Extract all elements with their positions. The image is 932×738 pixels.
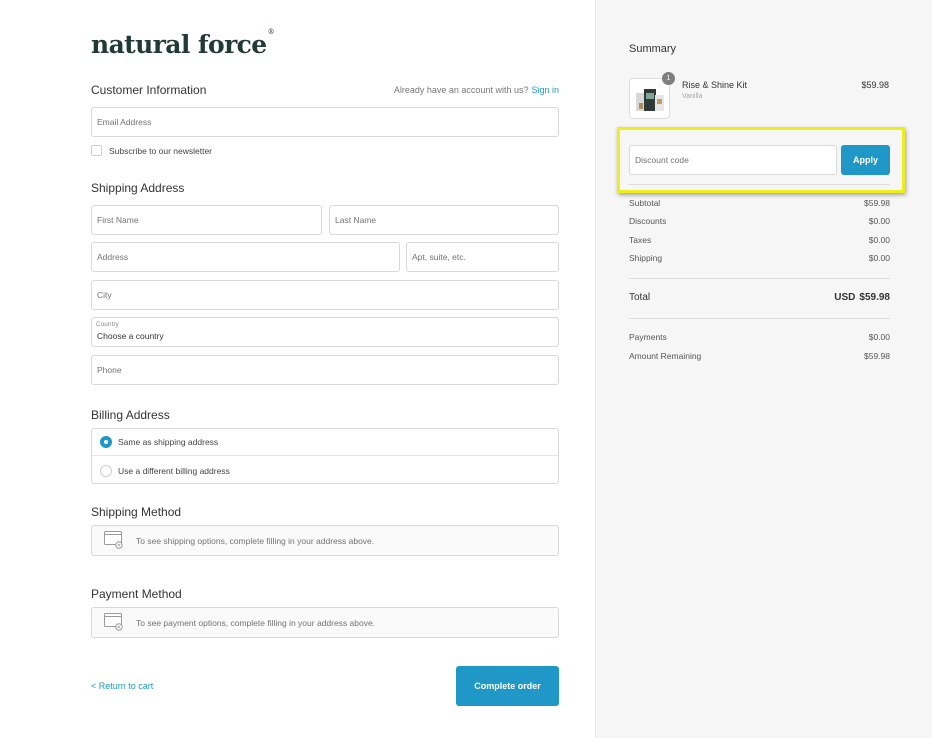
shipping-value: $0.00 [868,253,890,263]
summary-payments: Payments $0.00 [629,332,890,342]
address-placeholder: Address [97,252,129,262]
browser-window-icon [104,613,123,631]
summary-line-discounts: Discounts $0.00 [629,216,890,226]
payments-value: $0.00 [868,332,890,342]
shipping-method-message: To see shipping options, complete fillin… [136,535,375,546]
shipping-method-title: Shipping Method [91,505,182,519]
order-summary-panel: Summary 1 Rise & Shine Kit Vanilla $59.9… [595,0,932,738]
billing-option-same[interactable]: Same as shipping address [92,429,558,456]
product-image: 1 [629,72,675,119]
newsletter-checkbox[interactable] [91,145,102,156]
newsletter-label: Subscribe to our newsletter [109,145,212,156]
account-note-text: Already have an account with us? [393,85,529,95]
phone-placeholder: Phone [97,365,122,375]
country-label: Country [96,321,119,328]
account-note: Already have an account with us? Sign in [394,85,559,95]
first-name-field[interactable]: First Name [91,205,322,235]
total-currency: USD [834,292,856,303]
total-label: Total [629,292,651,303]
divider [629,184,890,185]
payment-method-message: To see payment options, complete filling… [136,617,376,628]
payments-label: Payments [629,332,667,342]
last-name-field[interactable]: Last Name [329,205,559,235]
taxes-label: Taxes [629,235,652,245]
summary-line-taxes: Taxes $0.00 [629,235,890,245]
billing-options: Same as shipping address Use a different… [91,428,559,484]
billing-address-title: Billing Address [91,408,170,422]
summary-title: Summary [629,43,677,55]
last-name-placeholder: Last Name [335,215,377,225]
product-name: Rise & Shine Kit [682,80,748,90]
shipping-address-title: Shipping Address [91,181,185,195]
complete-order-button[interactable]: Complete order [456,666,559,706]
summary-line-shipping: Shipping $0.00 [629,253,890,263]
first-name-placeholder: First Name [97,215,139,225]
total-value: $59.98 [859,292,890,303]
divider [629,318,890,319]
country-select[interactable]: Country Choose a country [91,317,559,347]
radio-selected-icon[interactable] [100,436,112,448]
apt-field[interactable]: Apt, suite, etc. [406,242,559,272]
apt-placeholder: Apt, suite, etc. [412,252,466,262]
subtotal-value: $59.98 [864,198,890,208]
remaining-label: Amount Remaining [629,351,702,361]
discounts-label: Discounts [629,216,667,226]
city-field[interactable]: City [91,280,559,310]
quantity-badge: 1 [662,72,675,85]
subtotal-label: Subtotal [629,198,661,208]
summary-amount-remaining: Amount Remaining $59.98 [629,351,890,361]
brand-logo[interactable]: natural force® [91,28,275,59]
taxes-value: $0.00 [868,235,890,245]
billing-option-same-label: Same as shipping address [118,437,219,447]
billing-option-different[interactable]: Use a different billing address [92,457,558,484]
discounts-value: $0.00 [868,216,890,226]
product-kit-icon [636,89,664,111]
newsletter-row[interactable]: Subscribe to our newsletter [91,145,212,156]
divider [629,278,890,279]
address-field[interactable]: Address [91,242,400,272]
customer-info-title: Customer Information [91,83,207,97]
email-field[interactable]: Email Address [91,107,559,137]
phone-field[interactable]: Phone [91,355,559,385]
checkout-form-panel: natural force® Customer Information Alre… [0,0,595,738]
return-to-cart-link[interactable]: < Return to cart [91,681,153,691]
sign-in-link[interactable]: Sign in [531,85,559,95]
radio-unselected-icon[interactable] [100,464,112,477]
summary-total: Total USD $59.98 [629,292,890,303]
summary-line-subtotal: Subtotal $59.98 [629,198,890,208]
city-placeholder: City [97,290,112,300]
shipping-method-notice: To see shipping options, complete fillin… [91,525,559,556]
shipping-label: Shipping [629,253,663,263]
payment-method-notice: To see payment options, complete filling… [91,607,559,638]
billing-option-different-label: Use a different billing address [118,465,230,476]
browser-window-icon [104,531,123,549]
payment-method-title: Payment Method [91,587,182,601]
product-price: $59.98 [861,80,889,90]
product-variant: Vanilla [682,93,703,100]
email-placeholder: Email Address [97,117,152,127]
remaining-value: $59.98 [864,351,890,361]
total-amount: USD $59.98 [834,292,890,303]
country-value: Choose a country [97,331,164,341]
